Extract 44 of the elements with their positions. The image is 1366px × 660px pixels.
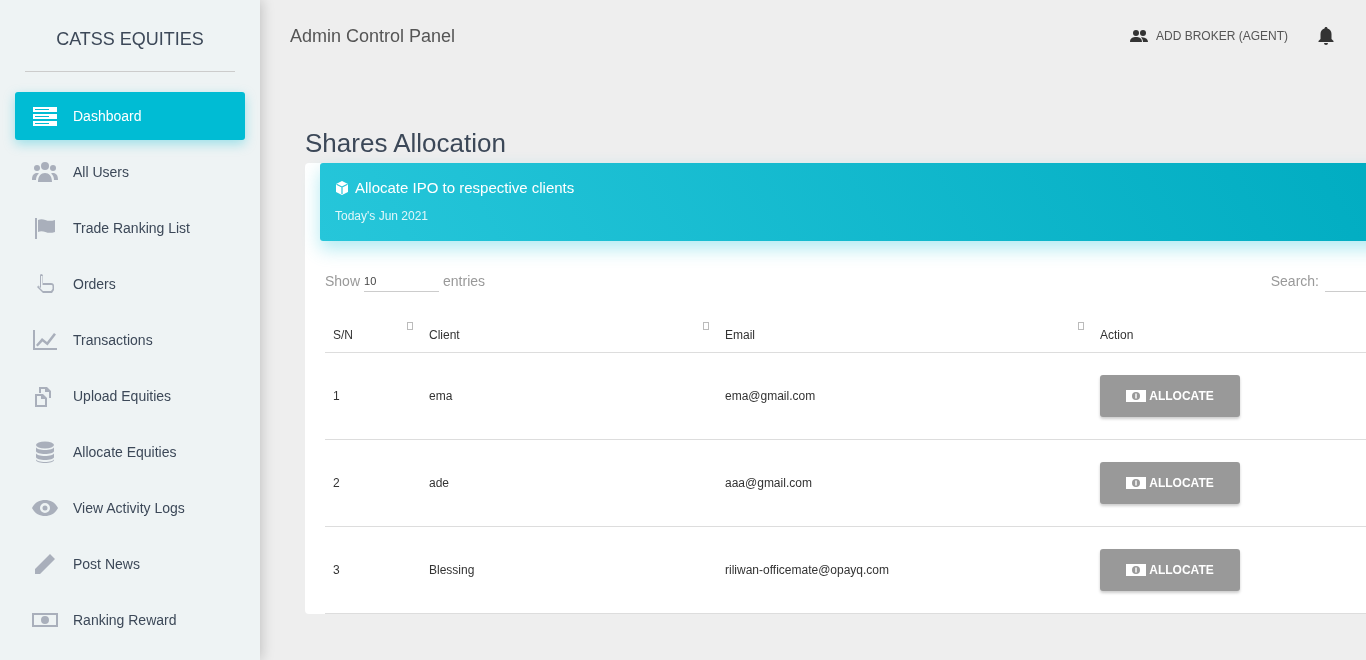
panel-title: Admin Control Panel xyxy=(290,24,456,48)
banknote-icon xyxy=(1126,390,1147,402)
table-cell: 2 xyxy=(333,476,340,490)
sidebar-item[interactable]: Transactions xyxy=(15,316,245,364)
users-icon xyxy=(1130,30,1148,42)
brand-title: CATSS EQUITIES xyxy=(55,28,205,51)
banknote-icon xyxy=(1126,477,1147,489)
sidebar-item[interactable]: Upload Equities xyxy=(15,372,245,420)
page-title: Shares Allocation xyxy=(305,127,507,160)
add-broker-button[interactable]: ADD BROKER (AGENT) xyxy=(1124,26,1294,46)
sidebar-item[interactable]: Trade Ranking List xyxy=(15,204,245,252)
line-chart-icon xyxy=(31,328,59,352)
search-label: Search: xyxy=(1270,272,1319,291)
bell-icon[interactable] xyxy=(1318,27,1334,45)
show-label: Show xyxy=(325,272,361,291)
card-subtitle: Today's Jun 2021 xyxy=(335,208,430,225)
column-header[interactable]: Action xyxy=(1100,328,1134,342)
table-cell: Blessing xyxy=(429,563,475,577)
users-icon xyxy=(31,160,59,184)
sort-icon[interactable] xyxy=(1078,322,1084,330)
table-cell: riliwan-officemate@opayq.com xyxy=(725,563,890,577)
table-cell: 1 xyxy=(333,389,340,403)
banknote-icon xyxy=(1126,564,1147,576)
sidebar-item[interactable]: Post News xyxy=(15,540,245,588)
entries-field[interactable]: 10 xyxy=(364,272,440,292)
table-cell: aaa@gmail.com xyxy=(725,476,812,490)
table-cell: ade xyxy=(429,476,450,490)
table-cell: ema xyxy=(429,389,453,403)
cube-icon xyxy=(335,181,349,195)
table-cell: 3 xyxy=(333,563,340,577)
sidebar-item[interactable]: Ranking Reward xyxy=(15,596,245,644)
sort-icon[interactable] xyxy=(703,322,709,330)
server-icon xyxy=(31,104,59,128)
sidebar-item[interactable]: Allocate Equities xyxy=(15,428,245,476)
table-cell: ema@gmail.com xyxy=(725,389,816,403)
column-header[interactable]: Email xyxy=(725,328,755,342)
sidebar-item[interactable]: View Activity Logs xyxy=(15,484,245,532)
column-header[interactable]: S/N xyxy=(333,328,353,342)
sidebar-item[interactable]: All Users xyxy=(15,148,245,196)
sidebar-item[interactable]: Orders xyxy=(15,260,245,308)
sort-icon[interactable] xyxy=(407,322,413,330)
card-title: Allocate IPO to respective clients xyxy=(355,179,575,197)
column-header[interactable]: Client xyxy=(429,328,460,342)
entries-label: entries xyxy=(443,272,486,291)
